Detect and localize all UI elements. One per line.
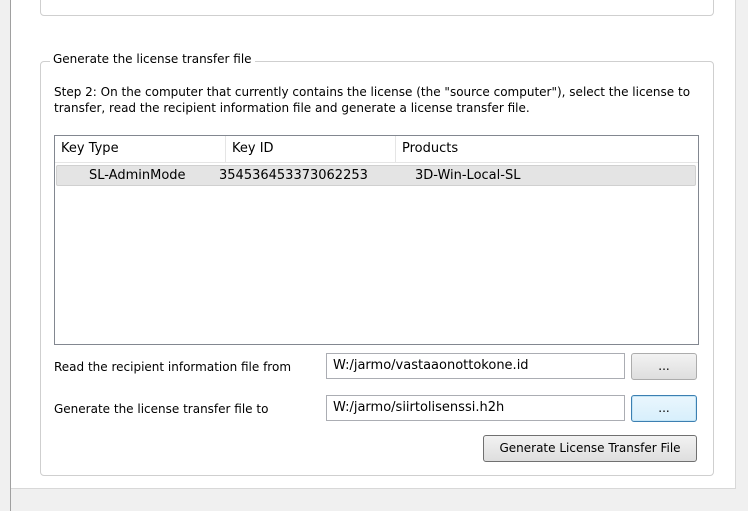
list-header: Key Type Key ID Products bbox=[55, 136, 698, 163]
cell-key-id: 354536453373062253 bbox=[219, 168, 368, 183]
recipient-file-field[interactable]: W:/jarmo/vastaaonottokone.id bbox=[326, 353, 625, 379]
column-header-key-type[interactable]: Key Type bbox=[55, 136, 226, 162]
window-left-edge bbox=[0, 0, 11, 511]
transfer-browse-button[interactable]: ... bbox=[631, 395, 697, 422]
license-list[interactable]: Key Type Key ID Products SL-AdminMode 35… bbox=[54, 135, 699, 345]
cell-products: 3D-Win-Local-SL bbox=[415, 168, 521, 183]
column-header-products[interactable]: Products bbox=[396, 136, 698, 162]
groupbox-title: Generate the license transfer file bbox=[50, 52, 255, 66]
recipient-file-label: Read the recipient information file from bbox=[54, 360, 292, 374]
license-row[interactable]: SL-AdminMode 354536453373062253 3D-Win-L… bbox=[56, 165, 696, 186]
recipient-browse-button[interactable]: ... bbox=[631, 353, 697, 380]
generate-license-transfer-button[interactable]: Generate License Transfer File bbox=[483, 435, 697, 462]
column-header-key-id[interactable]: Key ID bbox=[226, 136, 396, 162]
step-instructions: Step 2: On the computer that currently c… bbox=[54, 85, 691, 115]
cell-key-type: SL-AdminMode bbox=[89, 168, 186, 183]
transfer-file-field[interactable]: W:/jarmo/siirtolisenssi.h2h bbox=[326, 395, 625, 421]
transfer-file-label: Generate the license transfer file to bbox=[54, 402, 269, 416]
previous-groupbox bbox=[40, 0, 714, 16]
